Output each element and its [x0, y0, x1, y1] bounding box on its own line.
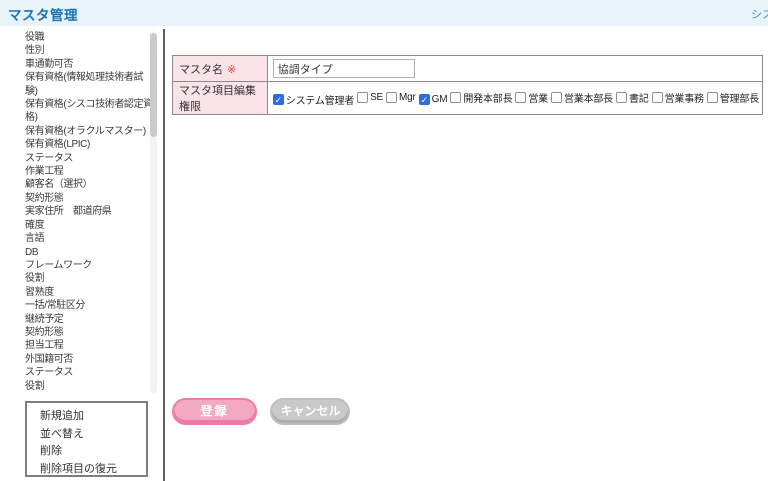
checkbox-unchecked-icon [357, 92, 368, 103]
sidebar-scrollbar-track [150, 31, 157, 393]
permission-checkbox[interactable]: 開発本部長 [450, 90, 512, 105]
sidebar-item[interactable]: 実家住所 都道府県 [25, 205, 153, 218]
form-buttons: 登録 キャンセル [172, 398, 350, 425]
permission-checkbox[interactable]: 営業 [515, 90, 548, 105]
sidebar-item[interactable]: 習熟度 [25, 286, 153, 299]
permission-label: 開発本部長 [463, 90, 512, 105]
sidebar-item[interactable]: 保有資格(情報処理技術者試験) [25, 71, 153, 98]
checkbox-unchecked-icon [386, 92, 397, 103]
checkbox-unchecked-icon [551, 92, 562, 103]
sidebar-item[interactable]: フレームワーク [25, 259, 153, 272]
table-row: マスタ項目編集権限 ✓システム管理者SEMgr✓GM開発本部長営業営業本部長書記… [173, 82, 763, 115]
app-header: マスタ管理 システ [0, 0, 768, 26]
permission-label: Mgr [399, 92, 416, 103]
master-name-input[interactable] [273, 59, 415, 78]
checkbox-unchecked-icon [652, 92, 663, 103]
master-name-value-cell [267, 56, 762, 82]
required-mark: ※ [227, 64, 236, 76]
permission-label: 営業本部長 [564, 90, 613, 105]
sidebar-item[interactable]: 保有資格(LPIC) [25, 138, 153, 151]
sidebar-item[interactable]: 一括/常駐区分 [25, 299, 153, 312]
sidebar-item[interactable]: ステータス [25, 366, 153, 379]
checkbox-checked-icon: ✓ [273, 94, 284, 105]
sidebar-item[interactable]: 担当工程 [25, 339, 153, 352]
page-title: マスタ管理 [8, 4, 78, 24]
permission-label: 営業 [528, 90, 548, 105]
master-name-label: マスタ名 [179, 64, 223, 76]
master-category-list: 役職性別車通勤可否保有資格(情報処理技術者試験)保有資格(シスコ技術者認定資格)… [25, 31, 153, 393]
sidebar-item[interactable]: 性別 [25, 44, 153, 57]
sidebar-action-item[interactable]: 新規追加 [40, 408, 146, 426]
checkbox-unchecked-icon [616, 92, 627, 103]
permission-label: GM [432, 94, 448, 105]
sidebar-scrollbar-thumb[interactable] [150, 33, 157, 137]
master-management-page: マスタ管理 システ 役職性別車通勤可否保有資格(情報処理技術者試験)保有資格(シ… [0, 0, 768, 481]
permission-checkbox[interactable]: 営業本部長 [551, 90, 613, 105]
checkbox-unchecked-icon [707, 92, 718, 103]
permission-checkbox[interactable]: ✓GM [419, 94, 448, 105]
permission-checkbox[interactable]: 営業事務 [652, 90, 704, 105]
sidebar-item[interactable]: 継続予定 [25, 313, 153, 326]
sidebar-action-item[interactable]: 削除項目の復元 [40, 461, 146, 479]
sidebar-item[interactable]: 車通勤可否 [25, 58, 153, 71]
permission-checkbox[interactable]: 管理部長 [707, 90, 759, 105]
vertical-divider [163, 29, 165, 481]
edit-permission-checkbox-group: ✓システム管理者SEMgr✓GM開発本部長営業営業本部長書記営業事務管理部長 [267, 82, 762, 115]
sidebar-item[interactable]: 役職 [25, 31, 153, 44]
checkbox-unchecked-icon [515, 92, 526, 103]
sidebar-item[interactable]: 顧客名（選択） [25, 178, 153, 191]
table-row: マスタ名 ※ [173, 56, 763, 82]
header-system-link[interactable]: システ [751, 6, 768, 22]
sidebar-item[interactable]: 作業工程 [25, 165, 153, 178]
sidebar-item[interactable]: 外国籍可否 [25, 353, 153, 366]
permission-checkbox[interactable]: 書記 [616, 90, 649, 105]
master-name-label-cell: マスタ名 ※ [173, 56, 268, 82]
permission-label: SE [370, 92, 383, 103]
sidebar-item[interactable]: 契約形態 [25, 192, 153, 205]
master-form-table: マスタ名※ マスタ項目編集権限 ✓システム管理者SEMgr✓GM開発本部長営業営… [172, 55, 763, 115]
permission-label: システム管理者 [286, 92, 354, 107]
sidebar-item[interactable]: 保有資格(オラクルマスター) [25, 125, 153, 138]
sidebar-item[interactable]: 契約形態 [25, 326, 153, 339]
sidebar-item[interactable]: 言語 [25, 232, 153, 245]
sidebar-item[interactable]: ステータス [25, 152, 153, 165]
sidebar-item[interactable]: 役割 [25, 380, 153, 393]
permission-checkbox[interactable]: Mgr [386, 92, 416, 103]
edit-permission-label-cell: マスタ項目編集権限 [173, 82, 268, 115]
permission-label: 書記 [629, 90, 649, 105]
sidebar-action-item[interactable]: 削除 [40, 443, 146, 461]
permission-label: 管理部長 [720, 90, 759, 105]
checkbox-unchecked-icon [450, 92, 461, 103]
sidebar-action-item[interactable]: 並べ替え [40, 426, 146, 444]
sidebar-item[interactable]: 役割 [25, 272, 153, 285]
sidebar-item[interactable]: 保有資格(シスコ技術者認定資格) [25, 98, 153, 125]
sidebar-item[interactable]: 確度 [25, 219, 153, 232]
register-button[interactable]: 登録 [172, 398, 257, 425]
sidebar-actions-box: 新規追加並べ替え削除削除項目の復元 [25, 401, 148, 477]
checkbox-checked-icon: ✓ [419, 94, 430, 105]
sidebar-item[interactable]: DB [25, 246, 153, 259]
permission-checkbox[interactable]: SE [357, 92, 383, 103]
permission-label: 営業事務 [665, 90, 704, 105]
permission-checkbox[interactable]: ✓システム管理者 [273, 92, 354, 107]
cancel-button[interactable]: キャンセル [270, 398, 350, 425]
edit-permission-label: マスタ項目編集権限 [179, 85, 256, 113]
